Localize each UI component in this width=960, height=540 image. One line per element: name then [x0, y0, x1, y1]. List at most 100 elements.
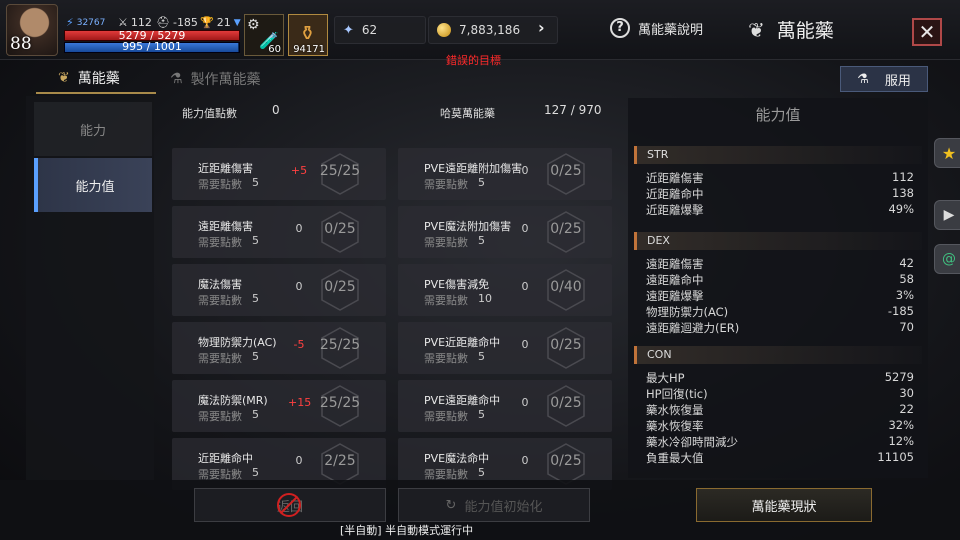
- elixir-status-button[interactable]: 萬能藥現狀: [696, 488, 872, 522]
- stat-upgrade-row[interactable]: 魔法防禦(MR) 需要點數 5 +15 25/25: [172, 380, 386, 432]
- spiral-button[interactable]: @: [934, 244, 960, 274]
- tab-elixir-label: 萬能藥: [77, 71, 120, 87]
- stats-section-str: STR 近距離傷害 112 近距離命中 138 近距離爆擊 49%: [634, 146, 922, 218]
- stat-upgrade-row[interactable]: 魔法傷害 需要點數 5 0 0/25: [172, 264, 386, 316]
- craft-icon: ⚗: [170, 71, 183, 87]
- need-points-value: 5: [252, 466, 259, 479]
- left-menu: 能力 能力值: [26, 96, 154, 480]
- stat-bonus: 0: [295, 280, 303, 293]
- use-button[interactable]: ⚗ 服用: [840, 66, 928, 92]
- stat-progress-value: 0/40: [550, 279, 582, 295]
- stat-value: 30: [899, 386, 914, 400]
- stat-bonus: 0: [521, 338, 529, 351]
- crystal-icon: ✦: [343, 22, 354, 38]
- quick-slot-2[interactable]: ⚱ 94171: [288, 14, 328, 56]
- stat-name: PVE魔法附加傷害: [424, 220, 512, 233]
- points-value: 0: [272, 103, 280, 117]
- stat-upgrade-row[interactable]: 遠距離傷害 需要點數 5 0 0/25: [172, 206, 386, 258]
- stat-upgrade-row[interactable]: 物理防禦力(AC) 需要點數 5 -5 25/25: [172, 322, 386, 374]
- stat-row: 近距離命中 138: [634, 186, 922, 202]
- stat-progress-value: 25/25: [319, 163, 361, 179]
- need-points-value: 5: [252, 176, 259, 189]
- stat-progress-value: 0/25: [550, 453, 582, 469]
- stat-value: 70: [899, 320, 914, 334]
- power-stat: ⚡ 32767: [66, 16, 105, 29]
- stats-section-con: CON 最大HP 5279 HP回復(tic) 30 藥水恢復量 22 藥水恢復率 32% 藥水冷…: [634, 346, 922, 466]
- stat-bonus: 0: [521, 164, 529, 177]
- help-label: 萬能藥說明: [638, 22, 704, 38]
- elixir-help-button[interactable]: ? 萬能藥說明: [610, 18, 703, 38]
- refresh-icon: ↻: [445, 497, 457, 513]
- elixir-value: 127 / 970: [544, 103, 602, 117]
- stat-label: 負重最大值: [646, 451, 704, 465]
- gold-amount: 7,883,186: [459, 23, 521, 37]
- stat-bonus: +5: [290, 164, 308, 177]
- stat-progress-value: 0/25: [550, 221, 582, 237]
- menu-item-stats[interactable]: 能力值: [34, 158, 152, 212]
- need-points-value: 5: [252, 408, 259, 421]
- stat-upgrade-row[interactable]: 近距離傷害 需要點數 5 +5 25/25: [172, 148, 386, 200]
- stat-value: 42: [899, 256, 914, 270]
- quick-slot-1[interactable]: ⚙ 🧪 60: [244, 14, 284, 56]
- stat-label: 近距離爆擊: [646, 203, 704, 217]
- stat-label: 遠距離命中: [646, 273, 704, 287]
- stat-row: 最大HP 5279: [634, 370, 922, 386]
- flask-icon: ⚗: [857, 71, 869, 87]
- page-title-text: 萬能藥: [776, 20, 834, 42]
- tab-craft-elixir[interactable]: ⚗ 製作萬能藥: [170, 64, 261, 94]
- stat-progress-value: 0/25: [550, 163, 582, 179]
- close-icon: ✕: [918, 20, 936, 44]
- reset-stats-label: 能力值初始化: [464, 499, 543, 515]
- need-points-label: 需要點數: [424, 294, 468, 307]
- character-level: 88: [10, 34, 32, 54]
- stat-name: 遠距離傷害: [198, 220, 253, 233]
- elixir-tab-icon: ❦: [58, 70, 70, 86]
- stat-label: 藥水冷卻時間減少: [646, 435, 738, 449]
- stats-title-text: 能力值: [755, 106, 801, 124]
- stat-progress-value: 2/25: [324, 453, 356, 469]
- error-message: 錯誤的目標: [446, 54, 501, 67]
- reset-stats-button[interactable]: ↻ 能力值初始化: [398, 488, 590, 522]
- stat-upgrade-row[interactable]: PVE傷害減免 需要點數 10 0 0/40: [398, 264, 612, 316]
- section-header: CON: [634, 346, 922, 364]
- stat-progress-value: 25/25: [319, 395, 361, 411]
- trophy-stat: 🏆 21 ▼: [200, 16, 241, 29]
- stat-row: HP回復(tic) 30: [634, 386, 922, 402]
- currency-expand-icon[interactable]: ›: [538, 18, 545, 37]
- stat-bonus: +15: [288, 396, 312, 409]
- play-button[interactable]: ▶: [934, 200, 960, 230]
- stat-progress-value: 25/25: [319, 337, 361, 353]
- spiral-icon: @: [942, 251, 956, 267]
- stat-row: 遠距離命中 58: [634, 272, 922, 288]
- stat-upgrade-row[interactable]: PVE魔法附加傷害 需要點數 5 0 0/25: [398, 206, 612, 258]
- stat-value: 32%: [888, 418, 914, 432]
- menu-item-ability[interactable]: 能力: [34, 102, 152, 156]
- tab-elixir[interactable]: ❦ 萬能藥: [36, 64, 156, 94]
- stat-value: 3%: [895, 288, 914, 302]
- stat-label: 藥水恢復量: [646, 403, 704, 417]
- star-icon: ★: [941, 143, 957, 163]
- stat-row: 藥水冷卻時間減少 12%: [634, 434, 922, 450]
- stat-name: 近距離命中: [198, 452, 253, 465]
- stat-name: 魔法傷害: [198, 278, 242, 291]
- stat-row: 藥水恢復率 32%: [634, 418, 922, 434]
- stat-bonus: 0: [295, 222, 303, 235]
- stat-name: PVE遠距離命中: [424, 394, 501, 407]
- favorite-button[interactable]: ★: [934, 138, 960, 168]
- stat-row: 近距離傷害 112: [634, 170, 922, 186]
- stat-name: PVE魔法命中: [424, 452, 490, 465]
- stat-upgrade-row[interactable]: PVE近距離命中 需要點數 5 0 0/25: [398, 322, 612, 374]
- attack-stat: ⚔ 112: [118, 16, 152, 29]
- stat-row: 近距離爆擊 49%: [634, 202, 922, 218]
- close-button[interactable]: ✕: [912, 18, 942, 46]
- gear-icon[interactable]: ⚙: [247, 17, 260, 33]
- stat-name: PVE傷害減免: [424, 278, 490, 291]
- back-button[interactable]: 返回: [194, 488, 386, 522]
- need-points-label: 需要點數: [424, 352, 468, 365]
- stat-name: PVE近距離命中: [424, 336, 501, 349]
- stat-bonus: 0: [521, 280, 529, 293]
- stat-upgrade-row[interactable]: PVE遠距離命中 需要點數 5 0 0/25: [398, 380, 612, 432]
- stat-upgrade-row[interactable]: PVE遠距離附加傷害 需要點數 5 0 0/25: [398, 148, 612, 200]
- stat-label: 遠距離爆擊: [646, 289, 704, 303]
- dropdown-arrow-icon[interactable]: ▼: [234, 18, 241, 28]
